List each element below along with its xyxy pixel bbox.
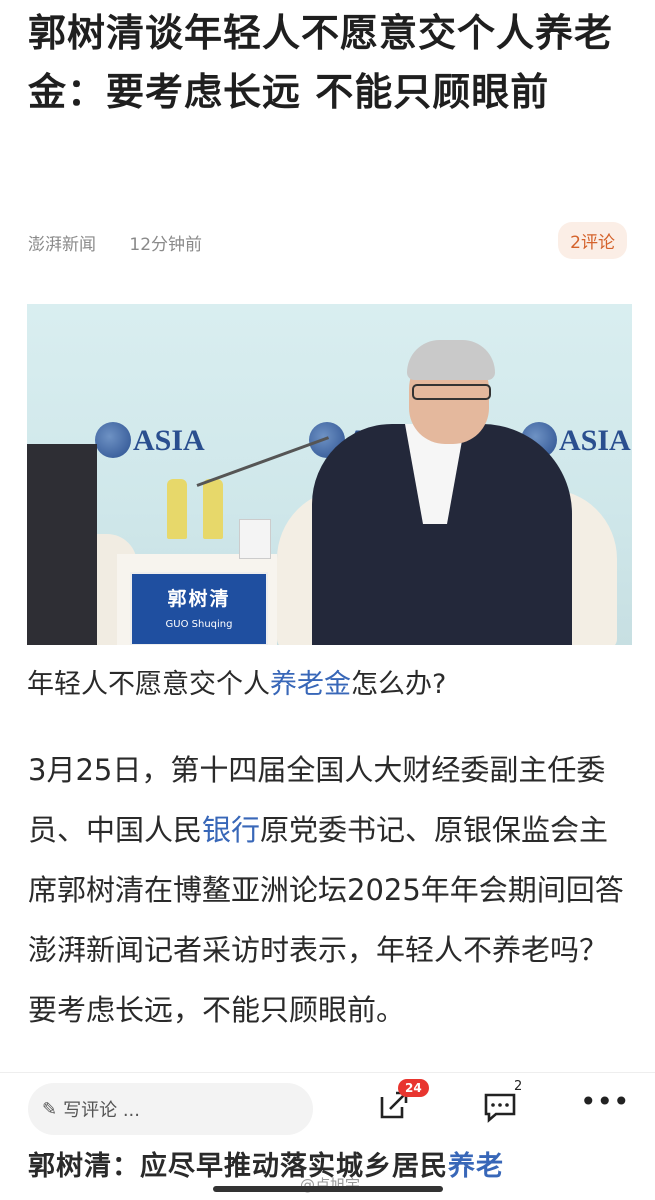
article-meta: 澎湃新闻 12分钟前	[28, 230, 230, 255]
forum-logo: ASIA	[133, 424, 205, 457]
comment-count-badge[interactable]: 2评论	[558, 222, 627, 259]
next-article-title[interactable]: 郭树清：应尽早推动落实城乡居民养老	[28, 1144, 504, 1183]
comments-button[interactable]: 2	[478, 1079, 522, 1131]
nameplate: 郭树清 GUO Shuqing	[130, 572, 268, 645]
speaker-glasses	[412, 384, 491, 400]
next-title-text: 郭树清：应尽早推动落实城乡居民	[28, 1151, 448, 1182]
share-count-badge: 24	[398, 1079, 429, 1097]
publish-time: 12分钟前	[129, 235, 203, 255]
forum-globe-icon	[95, 422, 131, 458]
article-body: 3月25日，第十四届全国人大财经委副主任委员、中国人民银行原党委书记、原银保监会…	[28, 740, 630, 1068]
comment-input[interactable]: ✎ 写评论 ...	[28, 1083, 313, 1135]
bottom-action-bar: ✎ 写评论 ... 24 2 •••	[0, 1072, 655, 1151]
article-photo[interactable]: ASIA ASIA ASIA 郭树清 GUO Shuqing	[27, 304, 632, 645]
share-button[interactable]: 24	[372, 1079, 429, 1131]
nameplate-name-en: GUO Shuqing	[165, 619, 233, 630]
bottle	[203, 479, 223, 539]
caption-text: 年轻人不愿意交个人	[27, 669, 270, 700]
person-left	[27, 444, 97, 645]
article-headline: 郭树清谈年轻人不愿意交个人养老金：要考虑长远 不能只顾眼前	[28, 11, 614, 114]
forum-logo: ASIA	[559, 424, 631, 457]
more-dots-icon: •••	[580, 1085, 630, 1118]
cup	[239, 519, 271, 559]
more-button[interactable]: •••	[580, 1087, 630, 1131]
source-label[interactable]: 澎湃新闻	[28, 235, 96, 255]
next-title-link[interactable]: 养老	[448, 1151, 504, 1182]
caption-link-pension[interactable]: 养老金	[270, 669, 351, 700]
speaker-hair	[407, 340, 495, 380]
caption-text-end: 怎么办?	[351, 669, 447, 700]
body-link-bank[interactable]: 银行	[202, 813, 260, 847]
nameplate-name: 郭树清	[167, 588, 231, 610]
photo-caption: 年轻人不愿意交个人养老金怎么办?	[27, 662, 446, 701]
bottle	[167, 479, 187, 539]
comment-placeholder: 写评论 ...	[63, 1100, 140, 1121]
home-indicator[interactable]	[213, 1186, 443, 1192]
comment-count: 2	[514, 1079, 523, 1094]
pencil-icon: ✎	[42, 1098, 58, 1120]
microphone	[196, 436, 330, 487]
